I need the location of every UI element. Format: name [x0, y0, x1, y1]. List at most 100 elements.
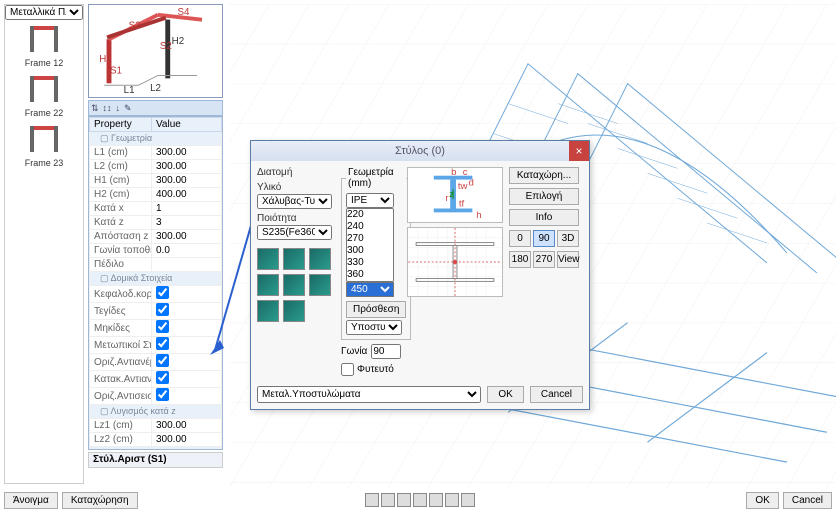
close-icon[interactable]: × — [569, 141, 589, 161]
prop-value[interactable]: 1 — [152, 202, 222, 216]
view-tool-icon[interactable] — [365, 493, 379, 507]
section-header[interactable]: ▢ Λυγισμός κατά z — [90, 405, 222, 419]
frame-type-select[interactable]: Μεταλλικά Πλαίσια — [5, 5, 83, 20]
section-header[interactable]: ▢ Γεωμετρία — [90, 132, 222, 146]
dialog-titlebar[interactable]: Στύλος (0) × — [251, 141, 589, 161]
commit-button[interactable]: Καταχώρη... — [509, 167, 579, 184]
shape-icon[interactable] — [283, 248, 305, 270]
section-shape-icons — [257, 248, 335, 322]
shape-icon[interactable] — [283, 274, 305, 296]
column-dialog: Στύλος (0) × Διατομή Υλικό Χάλυβας-Τυπικ… — [250, 140, 590, 410]
prop-value[interactable] — [152, 258, 222, 272]
geometry-legend: Γεωμετρία (mm) — [346, 167, 406, 189]
frame-thumb-22[interactable]: Frame 22 — [7, 72, 81, 122]
preview-3d: H1 H2 S1 S2 S3 S4 L1 L2 — [88, 4, 223, 98]
sort-az-icon[interactable]: ⇅ — [91, 103, 99, 114]
prop-value[interactable] — [152, 388, 222, 405]
view-tool-icon[interactable] — [445, 493, 459, 507]
prop-name: Τεγίδες — [90, 303, 152, 320]
angle-90-button[interactable]: 90 — [533, 230, 555, 247]
edit-icon[interactable]: ✎ — [124, 103, 132, 114]
prop-checkbox[interactable] — [156, 286, 169, 299]
angle-0-button[interactable]: 0 — [509, 230, 531, 247]
sort-za-icon[interactable]: ↕↕ — [103, 103, 112, 113]
section-header[interactable]: ▢ Δομικά Στοιχεία — [90, 272, 222, 286]
prop-value[interactable] — [152, 337, 222, 354]
prop-checkbox[interactable] — [156, 354, 169, 367]
property-grid[interactable]: PropertyValue ▢ ΓεωμετρίαL1 (cm)300.00L2… — [88, 116, 223, 450]
substrut-select[interactable]: Υποστυλώμα — [346, 320, 402, 335]
prop-value[interactable]: 3 — [152, 216, 222, 230]
prop-value[interactable]: 300.00 — [152, 174, 222, 188]
prop-checkbox[interactable] — [156, 337, 169, 350]
angle-270-button[interactable]: 270 — [533, 251, 555, 268]
view-tool-icon[interactable] — [429, 493, 443, 507]
grow-checkbox[interactable] — [341, 363, 354, 376]
prop-value[interactable] — [152, 371, 222, 388]
prop-value[interactable]: 0.0 — [152, 244, 222, 258]
prop-name: Κατά z — [90, 216, 152, 230]
prop-name: Lz2 (cm) — [90, 433, 152, 447]
frame-thumb-23[interactable]: Frame 23 — [7, 122, 81, 172]
section-header[interactable]: ▢ Κύριες Διατομές — [90, 447, 222, 451]
dialog-cancel-button[interactable]: Cancel — [530, 386, 583, 403]
view-tool-icon[interactable] — [381, 493, 395, 507]
dialog-ok-button[interactable]: OK — [487, 386, 523, 403]
save-button[interactable]: Καταχώρηση — [62, 492, 138, 509]
bottom-type-select[interactable]: Μεταλ.Υποστυλώματα — [257, 386, 481, 403]
angle-180-button[interactable]: 180 — [509, 251, 531, 268]
prop-value[interactable]: 300.00 — [152, 433, 222, 447]
material-select[interactable]: Χάλυβας-Τυπικός — [257, 194, 332, 209]
view-tool-icon[interactable] — [397, 493, 411, 507]
grow-checkbox-row[interactable]: Φυτευτό — [341, 363, 401, 376]
geom-size-combo[interactable]: 450 — [346, 282, 394, 297]
shape-icon[interactable] — [257, 248, 279, 270]
add-button[interactable]: Πρόσθεση — [346, 301, 406, 318]
view-tool-icon[interactable] — [413, 493, 427, 507]
info-button[interactable]: Info — [509, 209, 579, 226]
open-button[interactable]: Άνοιγμα — [4, 492, 58, 509]
cancel-button[interactable]: Cancel — [783, 492, 832, 509]
prop-name: Κεφαλοδ.κορυ... — [90, 286, 152, 303]
prop-value[interactable] — [152, 303, 222, 320]
view-button[interactable]: View — [557, 251, 579, 268]
geom-size-list[interactable]: 220240270300330360450 — [346, 208, 394, 282]
col-property: Property — [90, 118, 152, 132]
prop-checkbox[interactable] — [156, 320, 169, 333]
frame-icon — [26, 126, 62, 156]
prop-value[interactable] — [152, 286, 222, 303]
select-button[interactable]: Επιλογή — [509, 188, 579, 205]
svg-text:d: d — [469, 177, 474, 188]
view-tool-icon[interactable] — [461, 493, 475, 507]
geom-type-select[interactable]: IPE — [346, 193, 394, 208]
prop-value[interactable]: 400.00 — [152, 188, 222, 202]
lightning-icon[interactable]: ↓ — [116, 103, 121, 113]
ok-button[interactable]: OK — [746, 492, 778, 509]
3d-button[interactable]: 3D — [557, 230, 579, 247]
quality-select[interactable]: S235(Fe360) — [257, 225, 332, 240]
lbl-s1: S1 — [110, 66, 122, 77]
prop-value[interactable]: 300.00 — [152, 230, 222, 244]
shape-icon[interactable] — [283, 300, 305, 322]
prop-checkbox[interactable] — [156, 303, 169, 316]
prop-value[interactable] — [152, 354, 222, 371]
frame-label: Frame 12 — [7, 58, 81, 68]
angle-label: Γωνία — [341, 346, 367, 357]
angle-input[interactable] — [371, 344, 401, 359]
prop-name: Κατά x — [90, 202, 152, 216]
prop-value[interactable] — [152, 320, 222, 337]
prop-value[interactable]: 300.00 — [152, 419, 222, 433]
prop-value[interactable]: 300.00 — [152, 146, 222, 160]
shape-icon[interactable] — [257, 300, 279, 322]
prop-value[interactable]: 300.00 — [152, 160, 222, 174]
prop-checkbox[interactable] — [156, 388, 169, 401]
svg-text:tw: tw — [458, 181, 468, 192]
quality-label: Ποιότητα — [257, 213, 335, 224]
section-plot — [407, 227, 503, 297]
shape-icon[interactable] — [309, 248, 331, 270]
prop-name: H1 (cm) — [90, 174, 152, 188]
shape-icon[interactable] — [309, 274, 331, 296]
shape-icon[interactable] — [257, 274, 279, 296]
prop-checkbox[interactable] — [156, 371, 169, 384]
frame-thumb-12[interactable]: Frame 12 — [7, 22, 81, 72]
